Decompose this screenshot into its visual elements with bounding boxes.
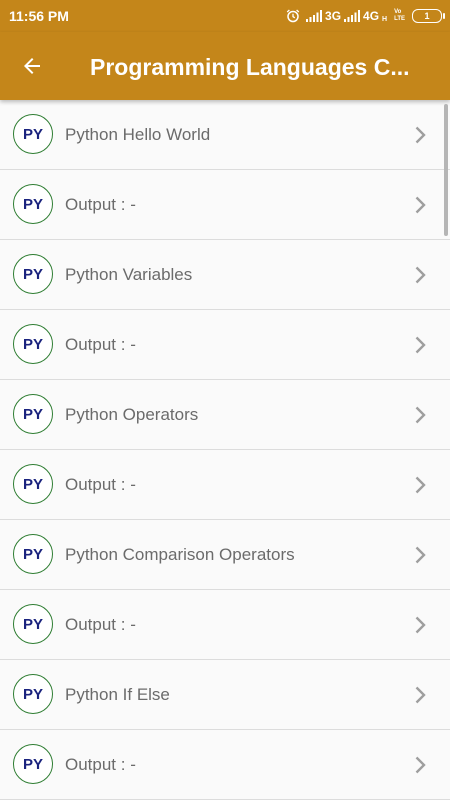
chevron-right-icon xyxy=(410,475,430,495)
status-bar: 11:56 PM 3G 4G H Vo LTE 1 xyxy=(0,0,450,32)
list-item-label: Python Comparison Operators xyxy=(65,545,295,564)
list-item[interactable]: PY Python Variables xyxy=(0,240,450,310)
list-item[interactable]: PY Python Comparison Operators xyxy=(0,520,450,590)
python-avatar: PY xyxy=(13,324,53,364)
python-avatar: PY xyxy=(13,534,53,574)
list-item-label: Output : - xyxy=(65,475,136,494)
signal-icon xyxy=(344,10,361,22)
list-item[interactable]: PY Output : - xyxy=(0,450,450,520)
back-button[interactable] xyxy=(18,52,46,80)
list-item-label: Output : - xyxy=(65,615,136,634)
volte-top: Vo xyxy=(394,9,402,15)
chevron-right-icon xyxy=(410,615,430,635)
list-item-label: Output : - xyxy=(65,755,136,774)
chevron-right-icon xyxy=(410,755,430,775)
list-item[interactable]: PY Output : - xyxy=(0,730,450,800)
volte-bottom: LTE xyxy=(394,16,405,22)
python-avatar: PY xyxy=(13,394,53,434)
list-item-label: Output : - xyxy=(65,335,136,354)
alarm-icon xyxy=(286,9,300,23)
list-item-label: Output : - xyxy=(65,195,136,214)
list-item[interactable]: PY Output : - xyxy=(0,170,450,240)
network-type-2: 4G xyxy=(363,9,380,23)
list-item-label: Python Hello World xyxy=(65,125,211,144)
status-icons: 3G 4G H Vo LTE 1 xyxy=(286,6,445,26)
python-avatar: PY xyxy=(13,254,53,294)
chevron-right-icon xyxy=(410,335,430,355)
chevron-right-icon xyxy=(410,195,430,215)
chevron-right-icon xyxy=(410,545,430,565)
python-avatar: PY xyxy=(13,114,53,154)
volte-indicator: Vo LTE xyxy=(394,9,405,23)
arrow-back-icon xyxy=(24,58,40,74)
python-avatar: PY xyxy=(13,604,53,644)
python-avatar: PY xyxy=(13,464,53,504)
python-avatar: PY xyxy=(13,744,53,784)
list-item[interactable]: PY Output : - xyxy=(0,310,450,380)
network-type-1: 3G xyxy=(325,9,342,23)
scrollbar[interactable] xyxy=(444,104,448,236)
topic-list: PY Python Hello World PY Output : - PY P… xyxy=(0,100,450,800)
chevron-right-icon xyxy=(410,685,430,705)
list-item-label: Python Variables xyxy=(65,265,193,284)
chevron-right-icon xyxy=(410,125,430,145)
python-avatar: PY xyxy=(13,184,53,224)
list-item-label: Python Operators xyxy=(65,405,199,424)
list-item[interactable]: PY Python Operators xyxy=(0,380,450,450)
list-item[interactable]: PY Python If Else xyxy=(0,660,450,730)
signal-icon xyxy=(306,10,323,22)
network-subtype: H xyxy=(382,16,388,23)
list-item-label: Python If Else xyxy=(65,685,170,704)
status-time: 11:56 PM xyxy=(9,8,69,24)
chevron-right-icon xyxy=(410,405,430,425)
python-avatar: PY xyxy=(13,674,53,714)
battery-icon: 1 xyxy=(412,9,445,23)
list-item[interactable]: PY Output : - xyxy=(0,590,450,660)
chevron-right-icon xyxy=(410,265,430,285)
app-bar: Programming Languages C... xyxy=(0,32,450,100)
page-title: Programming Languages C... xyxy=(90,54,410,80)
list-item[interactable]: PY Python Hello World xyxy=(0,100,450,170)
